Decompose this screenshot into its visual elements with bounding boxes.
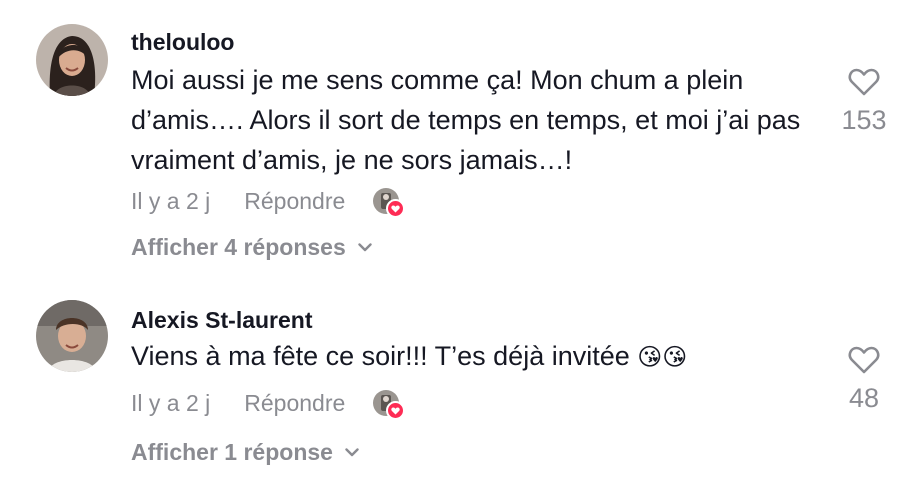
like-count: 153 [841, 105, 887, 135]
heart-outline-icon[interactable] [848, 346, 880, 379]
reply-button[interactable]: Répondre [244, 188, 345, 215]
avatar-man-photo-icon [36, 300, 108, 372]
comment-username[interactable]: Alexis St-laurent [131, 307, 313, 334]
like-count: 48 [848, 383, 880, 413]
view-replies-label: Afficher 1 réponse [131, 439, 333, 465]
heart-badge-icon [386, 401, 406, 420]
comment-meta: Il y a 2 j Répondre [131, 388, 406, 420]
comment-timestamp: Il y a 2 j [131, 187, 211, 214]
like-column: 153 [832, 68, 896, 136]
avatar[interactable] [36, 24, 108, 96]
heart-outline-icon[interactable] [848, 68, 880, 101]
avatar-woman-photo-icon [36, 24, 108, 96]
view-replies-label: Afficher 4 réponses [131, 234, 346, 260]
comment-text-row: Viens à ma fête ce soir!!! T’es déjà inv… [131, 336, 821, 377]
chevron-down-icon [358, 243, 372, 252]
like-column: 48 [832, 346, 896, 414]
liked-by-creator-badge [373, 188, 406, 218]
kiss-emoji: 😘😘 [637, 343, 688, 371]
liked-by-creator-badge [373, 390, 406, 420]
heart-badge-icon [386, 199, 406, 218]
reply-button[interactable]: Répondre [244, 390, 345, 417]
comment-timestamp: Il y a 2 j [131, 389, 211, 416]
view-replies-button[interactable]: Afficher 1 réponse [131, 439, 359, 466]
comment-item: thelouloo Moi aussi je me sens comme ça!… [0, 0, 918, 280]
comment-item: Alexis St-laurent Viens à ma fête ce soi… [0, 280, 918, 478]
avatar[interactable] [36, 300, 108, 372]
comment-text: Moi aussi je me sens comme ça! Mon chum … [131, 65, 801, 175]
comment-text: Viens à ma fête ce soir!!! T’es déjà inv… [131, 341, 630, 371]
comment-username[interactable]: thelouloo [131, 29, 234, 56]
view-replies-button[interactable]: Afficher 4 réponses [131, 234, 372, 261]
chevron-down-icon [345, 448, 359, 457]
comment-meta: Il y a 2 j Répondre [131, 186, 406, 218]
